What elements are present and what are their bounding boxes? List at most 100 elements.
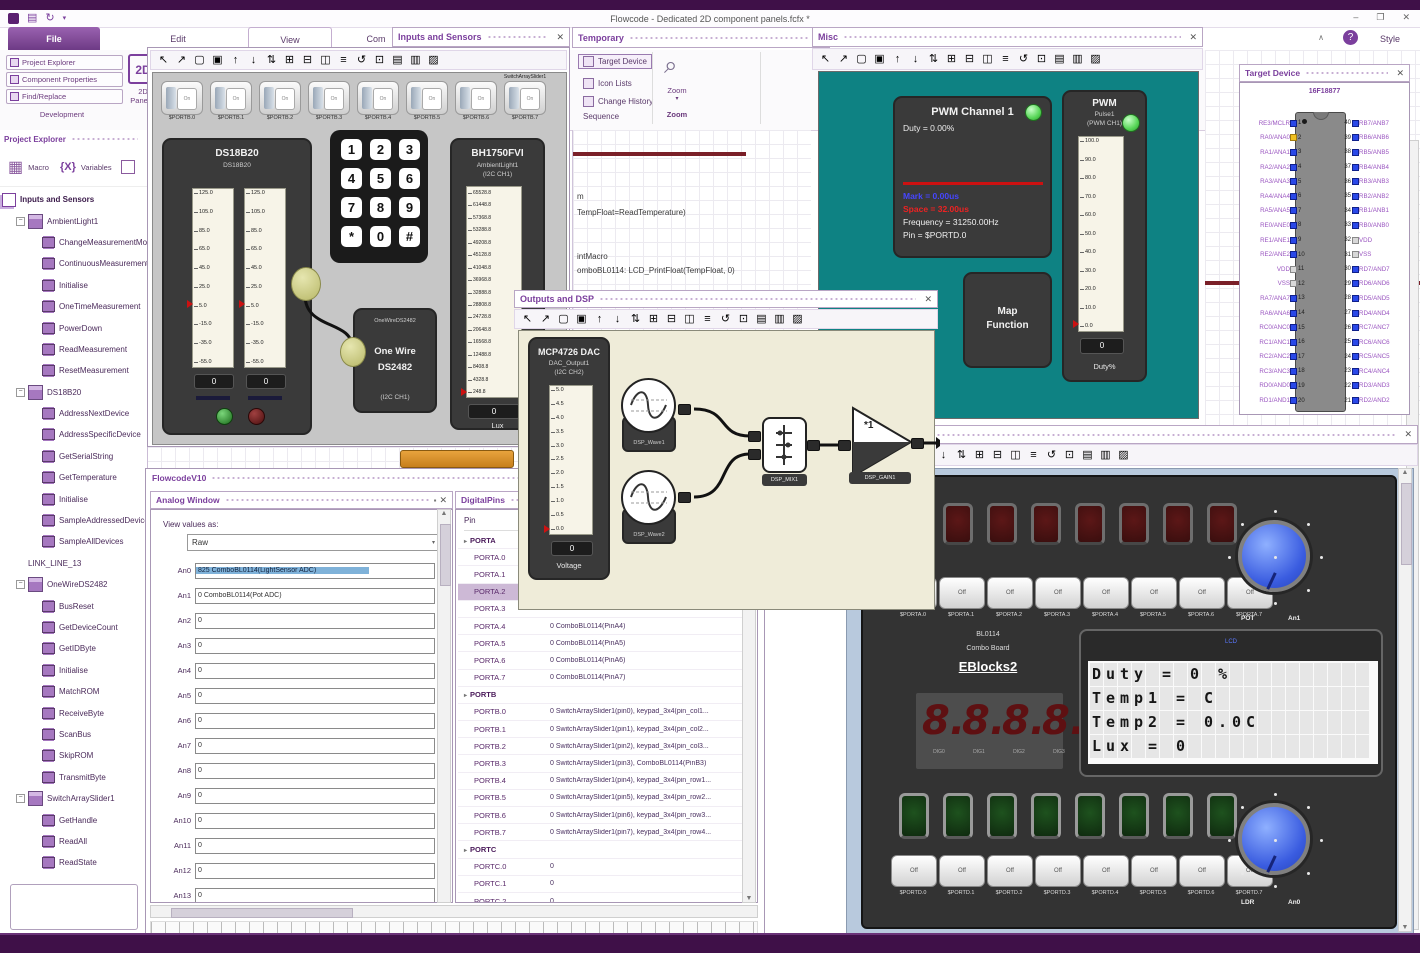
eblocks-vscrollbar[interactable]: ▲ ▼ — [1398, 468, 1412, 932]
project-explorer-button[interactable]: Project Explorer — [6, 55, 123, 70]
keypad-key[interactable]: 6 — [399, 168, 420, 189]
ribbon-collapse-icon[interactable]: ∧ — [1318, 33, 1324, 42]
tree-item[interactable]: − GetTemperature — [0, 467, 147, 488]
onewire-bus-node-2[interactable] — [340, 337, 366, 367]
analog-value-field[interactable]: 0 — [195, 612, 435, 629]
tree-item[interactable]: − BusReset — [0, 595, 147, 616]
keypad-key[interactable]: 8 — [370, 197, 391, 218]
zoom-button-label[interactable]: Zoom — [654, 86, 700, 95]
outputs-titlebar[interactable]: Outputs and DSP ✕ — [514, 290, 938, 308]
toggle-sequence[interactable]: Sequence — [583, 112, 619, 121]
toolbar-icon[interactable]: ▥ — [773, 313, 786, 326]
digital-row[interactable]: PORTC — [458, 841, 756, 859]
toolbar-icon[interactable]: ↑ — [593, 313, 606, 326]
undo-icon[interactable]: ↻ — [45, 13, 54, 24]
dsp-mix-block[interactable] — [762, 417, 807, 473]
toolbar-icon[interactable]: ⇅ — [955, 449, 968, 462]
toolbar-icon[interactable]: ↖ — [157, 54, 170, 67]
portb-slide-switch[interactable]: On — [308, 81, 350, 115]
tree-item[interactable]: − Inputs and Sensors — [0, 189, 147, 210]
digital-row[interactable]: PORTB — [458, 687, 756, 704]
pwm-channel-block[interactable]: PWM Channel 1 Duty = 0.00% Mark = 0.00us… — [893, 96, 1052, 258]
toolbar-icon[interactable]: ▣ — [211, 54, 224, 67]
digital-row[interactable]: PORTB.5 0 SwitchArraySlider1(pin5), keyp… — [458, 790, 756, 807]
toolbar-icon[interactable]: ↓ — [611, 313, 624, 326]
digital-row[interactable]: PORTB.0 0 SwitchArraySlider1(pin0), keyp… — [458, 704, 756, 722]
toolbar-icon[interactable]: ↑ — [229, 54, 242, 67]
pin-row[interactable]: RA5/ANA5 7 34 RB1/ANB1 — [1241, 204, 1408, 219]
toolbar-icon[interactable]: ▥ — [1071, 53, 1084, 66]
analog-value-field[interactable]: 0 — [195, 787, 435, 804]
pin-row[interactable]: RA2/ANA2 4 37 RB4/ANB4 — [1241, 160, 1408, 175]
dsp-wave2-dial[interactable] — [621, 470, 676, 525]
digital-row[interactable]: PORTB.4 0 SwitchArraySlider1(pin4), keyp… — [458, 773, 756, 790]
analog-titlebar[interactable]: Analog Window ▪ ✕ — [150, 491, 453, 509]
tree-item[interactable]: − ResetMeasurement — [0, 360, 147, 381]
board-push-button[interactable] — [1075, 793, 1105, 839]
toolbar-icon[interactable]: ▢ — [193, 54, 206, 67]
analog-value-field[interactable]: 0 — [195, 887, 435, 902]
toolbar-icon[interactable]: ⊡ — [737, 313, 750, 326]
target-close-icon[interactable]: ✕ — [1396, 68, 1404, 79]
tree-expander[interactable]: − — [16, 387, 25, 397]
tree-item[interactable]: − MatchROM — [0, 681, 147, 702]
analog-value-field[interactable]: 0 — [195, 637, 435, 654]
help-icon[interactable]: ? — [1343, 30, 1358, 45]
tree-item[interactable]: − OneWireDS2482 — [0, 574, 147, 595]
portb-slide-switch[interactable]: On — [357, 81, 399, 115]
portb-slide-switch[interactable]: On — [210, 81, 252, 115]
pin-row[interactable]: RE1/ANE1 9 32 VDD — [1241, 233, 1408, 248]
digital-row[interactable]: PORTB.3 0 SwitchArraySlider1(pin3), Comb… — [458, 755, 756, 773]
toolbar-icon[interactable]: ↖ — [521, 313, 534, 326]
digital-row[interactable]: PORTB.6 0 SwitchArraySlider1(pin6), keyp… — [458, 807, 756, 825]
variables-label[interactable]: Variables — [81, 163, 112, 172]
toggle-change-history[interactable]: Change History — [583, 96, 653, 107]
keypad-key[interactable]: 1 — [341, 139, 362, 160]
tree-item[interactable]: − Initialise — [0, 660, 147, 681]
toolbar-icon[interactable]: ▨ — [1089, 53, 1102, 66]
view-values-dropdown[interactable]: Raw ▾ — [187, 534, 439, 551]
temporary-window-titlebar[interactable]: Temporary ✕ — [572, 27, 830, 48]
portb-slide-switch[interactable]: On — [161, 81, 203, 115]
tree-item[interactable]: − LINK_LINE_13 — [0, 553, 147, 574]
analog-value-field[interactable]: 0 — [195, 662, 435, 679]
toolbar-icon[interactable]: ▨ — [1117, 449, 1130, 462]
toolbar-icon[interactable]: ▢ — [557, 313, 570, 326]
board-push-button[interactable] — [943, 793, 973, 839]
board-push-button[interactable] — [1163, 793, 1193, 839]
digital-row[interactable]: PORTB.7 0 SwitchArraySlider1(pin7), keyp… — [458, 824, 756, 842]
macros-icon[interactable]: ▦ — [8, 157, 23, 177]
target-titlebar[interactable]: Target Device ✕ — [1239, 64, 1410, 82]
pin-row[interactable]: RD1/AND1 20 21 RD2/AND2 — [1241, 393, 1408, 408]
dac-block[interactable]: MCP4726 DAC DAC_Output1 (I2C CH2) 5.0 4.5… — [528, 337, 610, 580]
toolbar-icon[interactable]: ↗ — [175, 54, 188, 67]
toolbar-icon[interactable]: ⊡ — [1035, 53, 1048, 66]
onewire-block[interactable]: OneWireDS2482 One Wire DS2482 (I2C CH1) — [353, 308, 437, 413]
toolbar-icon[interactable]: ◫ — [1009, 449, 1022, 462]
toolbar-icon[interactable]: ▤ — [1081, 449, 1094, 462]
keypad-key[interactable]: 5 — [370, 168, 391, 189]
toolbar-icon[interactable]: ◫ — [319, 54, 332, 67]
toggle-icon-lists[interactable]: Icon Lists — [583, 78, 632, 89]
digital-row[interactable]: PORTA.7 0 ComboBL0114(PinA7) — [458, 670, 756, 687]
pin-row[interactable]: RC0/ANC0 15 26 RC7/ANC7 — [1241, 320, 1408, 335]
toolbar-icon[interactable]: ≡ — [337, 54, 350, 67]
toolbar-icon[interactable]: ⊞ — [283, 54, 296, 67]
tree-item[interactable]: − GetSerialString — [0, 446, 147, 467]
dsp-wave1-dial[interactable] — [621, 378, 676, 433]
macros-label[interactable]: Macro — [28, 163, 49, 172]
toolbar-icon[interactable]: ↓ — [909, 53, 922, 66]
tree-expander[interactable]: − — [16, 216, 25, 226]
tab-file[interactable]: File — [8, 27, 100, 50]
pin-row[interactable]: RE3/MCLR 1 40 RB7/ANB7 — [1241, 116, 1408, 131]
toolbar-icon[interactable]: ⇅ — [927, 53, 940, 66]
eblocks-close-icon[interactable]: ✕ — [1404, 429, 1412, 440]
toolbar-icon[interactable]: ↺ — [719, 313, 732, 326]
pin-row[interactable]: RC1/ANC1 16 25 RC6/ANC6 — [1241, 335, 1408, 350]
qa-dropdown-icon[interactable]: ▾ — [63, 13, 67, 24]
toolbar-icon[interactable]: ⊡ — [1063, 449, 1076, 462]
digital-row[interactable]: PORTA.6 0 ComboBL0114(PinA6) — [458, 652, 756, 670]
analog-pin-icon[interactable]: ▪ — [434, 496, 437, 505]
toolbar-icon[interactable]: ▤ — [755, 313, 768, 326]
toolbar-icon[interactable]: ⊟ — [665, 313, 678, 326]
